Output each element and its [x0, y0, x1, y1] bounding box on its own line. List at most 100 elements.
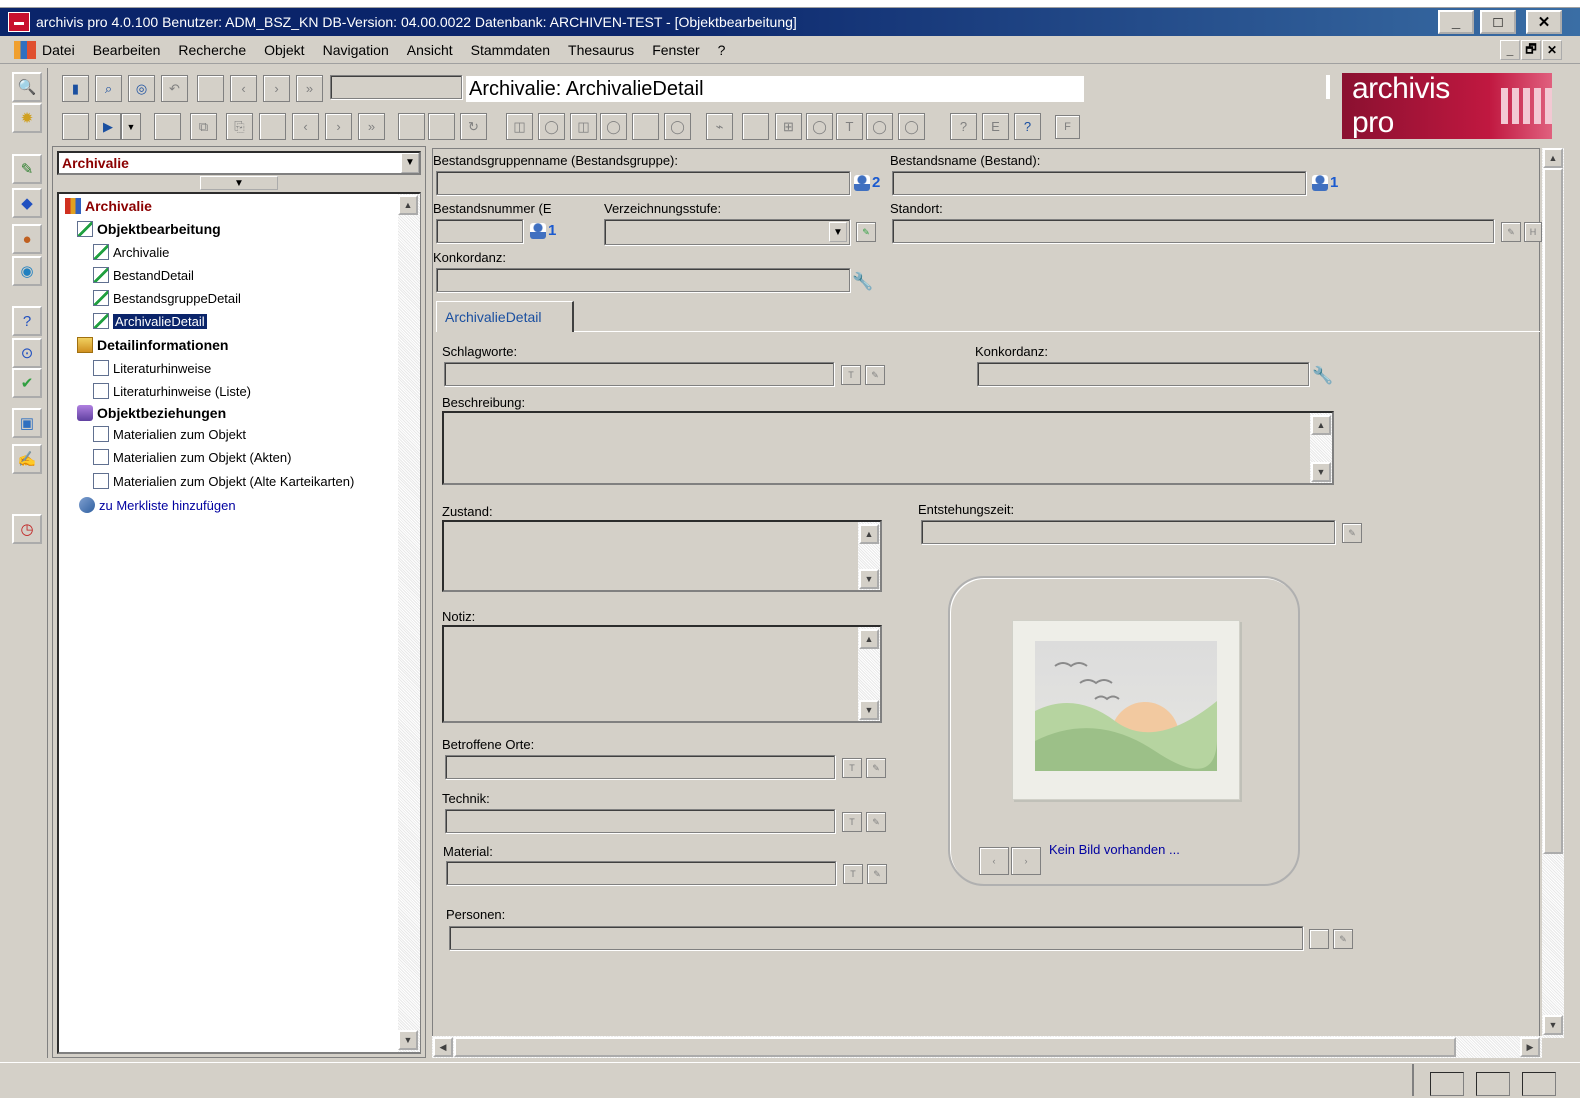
add-to-merkliste-link[interactable]: zu Merkliste hinzufügen — [79, 497, 236, 513]
paste-icon[interactable]: ⎘ — [226, 113, 253, 140]
circle2-icon[interactable]: ◯ — [866, 113, 893, 140]
orte-edit-icon[interactable]: ✎ — [866, 758, 886, 778]
run-dropdown-icon[interactable]: ▼ — [121, 113, 141, 140]
tree-group-objektbearbeitung[interactable]: Objektbearbeitung — [77, 221, 221, 237]
betroffene-orte-field[interactable] — [445, 755, 835, 779]
group1-icon[interactable]: ◫ — [506, 113, 533, 140]
tree-scroll-up-icon[interactable]: ▲ — [398, 195, 418, 215]
circle3-icon[interactable]: ◯ — [898, 113, 925, 140]
tree-item-literaturhinweise[interactable]: Literaturhinweise — [93, 360, 211, 376]
bookmark-icon[interactable]: ◆ — [12, 188, 42, 218]
exit-icon[interactable]: ▮ — [62, 75, 89, 102]
group5-icon[interactable] — [632, 113, 659, 140]
schlagworte-field[interactable] — [444, 362, 834, 386]
next2-icon[interactable]: › — [325, 113, 352, 140]
collapse-button[interactable]: ▼ — [200, 176, 278, 190]
menu-thesaurus[interactable]: Thesaurus — [559, 42, 643, 58]
orte-thesaurus-icon[interactable]: T — [842, 758, 862, 778]
group6-icon[interactable]: ◯ — [664, 113, 691, 140]
next-icon[interactable]: › — [263, 75, 290, 102]
first2-icon[interactable]: ‹ — [292, 113, 319, 140]
verzeichnungsstufe-select[interactable]: ▼ — [604, 219, 850, 245]
edit-document-icon[interactable]: ✍ — [12, 444, 42, 474]
undo-icon[interactable]: ↶ — [161, 75, 188, 102]
standort-edit-icon[interactable]: ✎ — [1501, 222, 1521, 242]
help-icon[interactable]: ⊙ — [12, 338, 42, 368]
bestandsgruppenname-field[interactable] — [436, 171, 850, 195]
form-scroll-right-icon[interactable]: ▶ — [1520, 1037, 1540, 1057]
search-icon[interactable]: 🔍 — [12, 72, 42, 102]
tree-scrollbar[interactable] — [398, 194, 420, 1052]
scroll-up-icon[interactable]: ▲ — [859, 524, 879, 544]
form-horizontal-thumb[interactable] — [454, 1037, 1456, 1057]
image-icon[interactable]: ▣ — [12, 408, 42, 438]
last-icon[interactable]: » — [296, 75, 323, 102]
run-icon[interactable]: ▶ — [95, 113, 121, 140]
window-titlebar[interactable]: ▬ archivis pro 4.0.100 Benutzer: ADM_BSZ… — [0, 8, 1580, 36]
bestandsnummer-refcount[interactable]: 1 — [530, 222, 556, 239]
record-number-field[interactable] — [330, 75, 462, 99]
prev-icon[interactable]: ‹ — [230, 75, 257, 102]
tree-item-materialien-akten[interactable]: Materialien zum Objekt (Akten) — [93, 449, 291, 465]
blank4-icon[interactable] — [398, 113, 425, 140]
minimize-button[interactable]: _ — [1438, 10, 1474, 34]
konkordanz2-wrench-icon[interactable]: 🔧 — [1312, 365, 1334, 387]
form-vertical-thumb[interactable] — [1543, 168, 1563, 854]
konkordanz-field[interactable] — [436, 268, 850, 292]
personen-edit-icon[interactable]: ✎ — [1333, 929, 1353, 949]
clock-icon[interactable]: ◷ — [12, 514, 42, 544]
link-icon[interactable]: ⌁ — [706, 113, 733, 140]
scroll-up-icon[interactable]: ▲ — [859, 629, 879, 649]
tree-group-detailinformationen[interactable]: Detailinformationen — [77, 337, 228, 353]
help-link-icon[interactable]: ? — [950, 113, 977, 140]
konkordanz-wrench-icon[interactable]: 🔧 — [852, 271, 874, 293]
blank-icon[interactable] — [197, 75, 224, 102]
zustand-textarea[interactable]: ▲ ▼ — [442, 520, 882, 592]
personen-list-icon[interactable] — [1309, 929, 1329, 949]
circle-icon[interactable]: ◯ — [806, 113, 833, 140]
entstehungszeit-field[interactable] — [921, 520, 1335, 544]
tree-scroll-down-icon[interactable]: ▼ — [398, 1030, 418, 1050]
blank3-icon[interactable] — [259, 113, 286, 140]
tab-archivaliedetail[interactable]: ArchivalieDetail — [436, 301, 574, 332]
bestandsname-field[interactable] — [892, 171, 1306, 195]
maximize-button[interactable]: □ — [1480, 10, 1516, 34]
object-type-select[interactable]: Archivalie ▼ — [57, 151, 421, 175]
tree-item-literaturhinweise-liste[interactable]: Literaturhinweise (Liste) — [93, 383, 251, 399]
mdi-restore-button[interactable]: 🗗 — [1521, 40, 1541, 60]
standort-tree-icon[interactable]: H — [1524, 222, 1542, 242]
mdi-document-icon[interactable] — [14, 40, 36, 59]
tree-group-objektbeziehungen[interactable]: Objektbeziehungen — [77, 405, 226, 421]
bestandsgruppe-refcount[interactable]: 2 — [854, 174, 880, 191]
edit-mode-icon[interactable]: E — [982, 113, 1009, 140]
image-placeholder[interactable] — [1012, 620, 1240, 800]
refresh-icon[interactable]: ↻ — [460, 113, 487, 140]
scroll-down-icon[interactable]: ▼ — [859, 700, 879, 720]
chevron-down-icon[interactable]: ▼ — [829, 222, 847, 242]
group4-icon[interactable]: ◯ — [600, 113, 627, 140]
globe-icon[interactable]: ◉ — [12, 256, 42, 286]
f-button[interactable]: F — [1055, 115, 1080, 139]
tree-root[interactable]: Archivalie — [65, 198, 152, 214]
mdi-minimize-button[interactable]: _ — [1500, 40, 1520, 60]
close-button[interactable]: ✕ — [1526, 10, 1562, 34]
image-prev-icon[interactable]: ‹ — [979, 847, 1009, 875]
group2-icon[interactable]: ◯ — [538, 113, 565, 140]
personen-field[interactable] — [449, 926, 1303, 950]
notiz-textarea[interactable]: ▲ ▼ — [442, 625, 882, 723]
edit-pencil-icon[interactable]: ✎ — [12, 154, 42, 184]
menu-navigation[interactable]: Navigation — [314, 42, 398, 58]
konkordanz2-field[interactable] — [977, 362, 1309, 386]
form-scroll-down-icon[interactable]: ▼ — [1543, 1015, 1563, 1035]
tree-item-archivaliedetail[interactable]: ArchivalieDetail — [93, 313, 207, 329]
scroll-down-icon[interactable]: ▼ — [859, 569, 879, 589]
bestandsnummer-field[interactable] — [436, 219, 523, 243]
menu-bearbeiten[interactable]: Bearbeiten — [84, 42, 170, 58]
menu-datei[interactable]: Datei — [42, 42, 84, 58]
text-icon[interactable]: T — [836, 113, 863, 140]
whats-this-icon[interactable]: ? — [1014, 113, 1041, 140]
last2-icon[interactable]: » — [358, 113, 385, 140]
spellcheck-icon[interactable]: ✔ — [12, 368, 42, 398]
technik-edit-icon[interactable]: ✎ — [866, 812, 886, 832]
new-object-icon[interactable]: ✹ — [12, 103, 42, 133]
